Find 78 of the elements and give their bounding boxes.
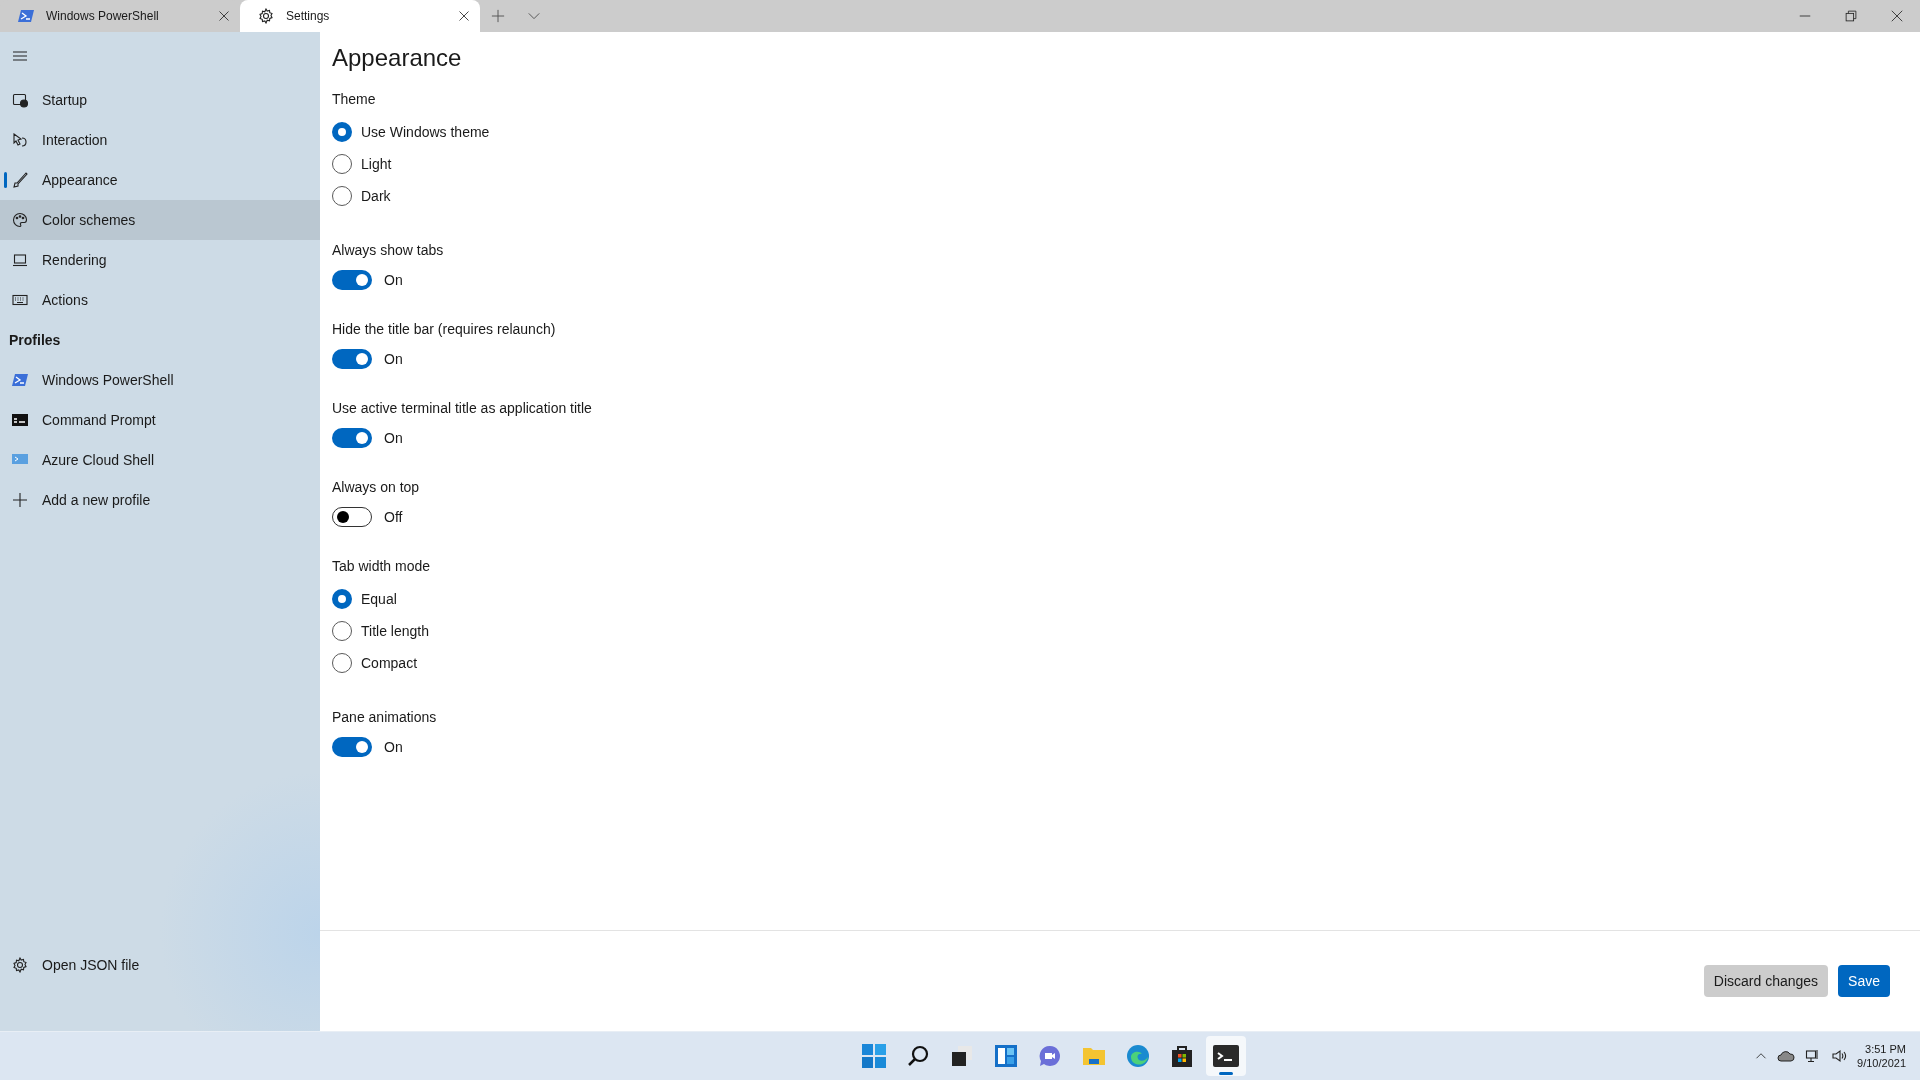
setting-label: Pane animations xyxy=(332,708,438,727)
plus-icon xyxy=(491,9,505,23)
gear-icon xyxy=(258,8,274,24)
setting-label: Always on top xyxy=(332,478,421,497)
browser-icon xyxy=(1126,1044,1150,1068)
radio-button[interactable] xyxy=(332,185,352,206)
radio-label: Compact xyxy=(361,654,418,671)
toggle-state: On xyxy=(384,351,403,367)
clock-date: 9/10/2021 xyxy=(1857,1056,1906,1070)
section-heading: Profiles xyxy=(8,331,62,350)
nav-item[interactable]: Windows PowerShell xyxy=(0,360,320,400)
widgets-icon xyxy=(994,1044,1018,1068)
toggle-state: On xyxy=(384,272,403,288)
radio-label: Equal xyxy=(361,590,397,607)
toggle-state: On xyxy=(384,739,403,755)
radio-button[interactable] xyxy=(332,588,352,609)
cloud-shell-icon xyxy=(12,454,28,466)
toggle-switch[interactable] xyxy=(332,349,372,369)
radio-label: Title length xyxy=(361,622,429,639)
toggle-switch[interactable] xyxy=(332,507,372,527)
clock-time: 3:51 PM xyxy=(1865,1042,1906,1056)
nav-item[interactable]: Interaction xyxy=(0,120,320,160)
radio-button[interactable] xyxy=(332,620,352,641)
nav-item[interactable]: Startup xyxy=(0,80,320,120)
toggle-switch[interactable] xyxy=(332,270,372,290)
nav-item[interactable]: Add a new profile xyxy=(0,480,320,520)
keyboard-icon xyxy=(12,292,28,308)
radio-label: Dark xyxy=(361,187,391,204)
nav-item[interactable]: Actions xyxy=(0,280,320,320)
restore-icon xyxy=(1845,10,1857,22)
nav-item[interactable]: Command Prompt xyxy=(0,400,320,440)
gear-icon xyxy=(12,957,28,973)
close-icon[interactable] xyxy=(218,10,230,22)
search-icon xyxy=(906,1044,930,1068)
window-tab[interactable]: Settings xyxy=(240,0,480,32)
store-icon xyxy=(1170,1044,1194,1068)
nav-item[interactable]: Rendering xyxy=(0,240,320,280)
setting-label: Tab width mode xyxy=(332,557,432,576)
toggle-switch[interactable] xyxy=(332,428,372,448)
toggle-switch[interactable] xyxy=(332,737,372,757)
setting-label: Always show tabs xyxy=(332,241,445,260)
page-title: Appearance xyxy=(332,43,463,73)
discard-button[interactable]: Discard changes xyxy=(1703,965,1829,997)
speaker-icon[interactable] xyxy=(1831,1048,1848,1064)
palette-icon xyxy=(12,212,28,228)
menu-icon xyxy=(12,48,28,64)
hand-pointer-icon xyxy=(12,132,28,148)
close-icon xyxy=(1891,10,1903,22)
taskbar-app[interactable] xyxy=(1206,1036,1246,1076)
windows-start-icon xyxy=(862,1044,886,1068)
task-view-icon xyxy=(950,1044,974,1068)
toggle-state: Off xyxy=(384,509,403,525)
close-icon[interactable] xyxy=(458,10,470,22)
powershell-icon xyxy=(18,9,34,23)
powershell-icon xyxy=(12,373,28,387)
terminal-icon xyxy=(1213,1045,1239,1067)
toggle-state: On xyxy=(384,430,403,446)
laptop-icon xyxy=(12,252,28,268)
setting-label: Use active terminal title as application title xyxy=(332,399,593,418)
nav-item[interactable]: Color schemes xyxy=(0,200,320,240)
cloud-icon[interactable] xyxy=(1777,1050,1796,1062)
radio-button[interactable] xyxy=(332,121,352,142)
video-chat-icon xyxy=(1038,1044,1062,1068)
taskbar-clock[interactable]: 3:51 PM 9/10/2021 xyxy=(1857,1042,1906,1070)
brush-icon xyxy=(12,172,28,188)
radio-button[interactable] xyxy=(332,652,352,673)
setting-label: Hide the title bar (requires relaunch) xyxy=(332,320,557,339)
save-button[interactable]: Save xyxy=(1838,965,1890,997)
command-prompt-icon xyxy=(12,414,28,426)
nav-item[interactable]: Azure Cloud Shell xyxy=(0,440,320,480)
setting-label: Theme xyxy=(332,90,377,109)
radio-button[interactable] xyxy=(332,153,352,174)
radio-label: Use Windows theme xyxy=(361,123,490,140)
startup-window-icon xyxy=(12,92,28,108)
plus-icon xyxy=(12,492,28,508)
radio-label: Light xyxy=(361,155,392,172)
nav-item[interactable]: Appearance xyxy=(0,160,320,200)
nav-item[interactable]: Open JSON file xyxy=(0,945,320,985)
